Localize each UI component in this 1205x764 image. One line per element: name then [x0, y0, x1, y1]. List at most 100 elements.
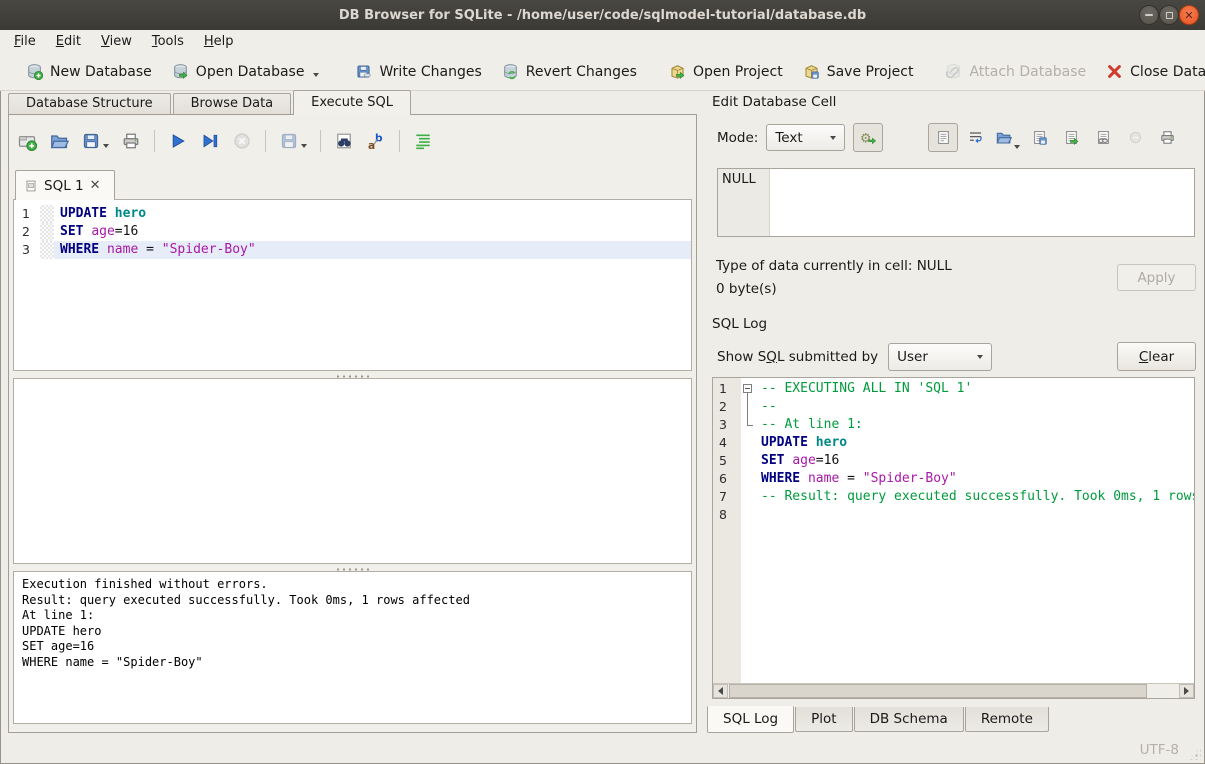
open-project-label: Open Project [693, 64, 783, 80]
export-data-button[interactable] [1024, 123, 1054, 152]
dock-tab-db-schema[interactable]: DB Schema [854, 707, 964, 732]
minimize-button[interactable] [1139, 5, 1159, 25]
main-tab-bar: Database StructureBrowse DataExecute SQL [8, 91, 413, 114]
printer-icon [1159, 129, 1176, 146]
menu-tools[interactable]: Tools [142, 32, 194, 51]
set-null-button[interactable] [1120, 123, 1150, 152]
close-tab-icon[interactable]: ✕ [90, 178, 101, 193]
fold-collapse-icon[interactable] [743, 384, 752, 393]
close-database-button[interactable]: Close Database [1096, 58, 1205, 85]
open-project-button[interactable]: Open Project [659, 58, 793, 85]
cell-value-editor[interactable]: NULL [717, 168, 1195, 237]
execution-log-line: WHERE name = "Spider-Boy" [22, 655, 683, 671]
copy-link-button[interactable] [1088, 123, 1118, 152]
clear-button[interactable]: Clear [1117, 342, 1196, 371]
apply-button[interactable]: Apply [1117, 264, 1196, 291]
code-text: -- [755, 398, 1194, 416]
revert-changes-button[interactable]: Revert Changes [492, 58, 647, 85]
open-database-button[interactable]: Open Database [162, 58, 330, 85]
chevron-down-icon [977, 355, 983, 359]
user-filter-select[interactable]: User [888, 343, 992, 371]
new-database-button[interactable]: New Database [16, 58, 162, 85]
code-text: -- Result: query executed successfully. … [755, 488, 1195, 506]
filter-value: User [897, 349, 928, 365]
maximize-button[interactable] [1159, 5, 1179, 25]
execution-log[interactable]: Execution finished without errors.Result… [13, 571, 692, 724]
tab-execute-sql[interactable]: Execute SQL [293, 90, 411, 115]
import-data-button[interactable] [992, 123, 1022, 152]
stop-execution-button[interactable] [232, 131, 252, 151]
word-wrap-button[interactable] [960, 123, 990, 152]
open-sql-file-button[interactable] [49, 131, 69, 151]
save-results-icon [279, 131, 299, 151]
save-sql-file-button[interactable] [81, 131, 109, 151]
sql-log-line: 8 [713, 506, 1194, 524]
dock-tab-remote[interactable]: Remote [965, 707, 1049, 732]
menu-edit[interactable]: Edit [46, 32, 91, 51]
print-cell-button[interactable] [1152, 123, 1182, 152]
encoding-indicator[interactable]: UTF-8 [1140, 742, 1179, 758]
svg-text:a: a [368, 139, 375, 151]
line-number: 4 [713, 434, 741, 452]
menu-view[interactable]: View [91, 32, 142, 51]
write-changes-button[interactable]: Write Changes [345, 58, 491, 85]
fold-margin [741, 470, 755, 488]
link-icon [1095, 129, 1112, 146]
code-text: UPDATE hero [755, 434, 1194, 452]
sql-log-line: 1-- EXECUTING ALL IN 'SQL 1' [713, 380, 1194, 398]
execution-log-line: Result: query executed successfully. Too… [22, 593, 683, 609]
cell-type-info: Type of data currently in cell: NULL [716, 258, 952, 274]
chevron-down-icon [103, 144, 109, 148]
code-text: UPDATE hero [54, 205, 691, 223]
new-sql-tab-button[interactable] [17, 131, 37, 151]
print-sql-button[interactable] [121, 131, 141, 151]
attach-database-icon [945, 63, 962, 80]
mode-value: Text [775, 130, 802, 146]
gear-import-icon: ⚙ [860, 129, 877, 146]
chevron-down-icon [830, 136, 836, 140]
horizontal-scrollbar[interactable] [713, 683, 1194, 698]
save-results-button[interactable] [279, 131, 307, 151]
auto-apply-button[interactable]: ⚙ [853, 123, 883, 152]
sql-editor-toolbar: ba [17, 127, 433, 155]
sql-tab-label: SQL 1 [44, 178, 84, 194]
scroll-right-arrow[interactable] [1179, 684, 1194, 698]
tab-sql-1[interactable]: SQL 1 ✕ [15, 170, 115, 200]
svg-text:⚙: ⚙ [860, 131, 871, 146]
menu-help[interactable]: Help [194, 32, 244, 51]
tab-browse-data[interactable]: Browse Data [173, 93, 292, 114]
close-database-icon [1106, 63, 1123, 80]
scroll-left-arrow[interactable] [713, 684, 728, 698]
find-icon [334, 131, 354, 151]
execute-current-line-button[interactable] [200, 131, 220, 151]
find-button[interactable] [334, 131, 354, 151]
text-mode-button[interactable] [928, 123, 958, 152]
dock-tab-sql-log[interactable]: SQL Log [707, 706, 794, 733]
sql-editor[interactable]: 1UPDATE hero2SET age=163WHERE name = "Sp… [13, 199, 692, 371]
svg-text:b: b [375, 132, 383, 145]
chevron-down-icon [313, 73, 319, 77]
find-replace-button[interactable]: ba [366, 131, 386, 151]
tab-database-structure[interactable]: Database Structure [8, 93, 171, 114]
write-changes-icon [355, 63, 372, 80]
code-text: -- At line 1: [755, 416, 1194, 434]
scrollbar-thumb[interactable] [729, 684, 1147, 698]
sql-log-line: 5SET age=16 [713, 452, 1194, 470]
tab-label: Plot [811, 711, 836, 727]
sql-log-line: 7-- Result: query executed successfully.… [713, 488, 1194, 506]
dock-tab-plot[interactable]: Plot [795, 707, 852, 732]
attach-database-button[interactable]: Attach Database [935, 58, 1096, 85]
mode-select[interactable]: Text [766, 124, 845, 151]
results-pane [13, 378, 692, 564]
close-button[interactable]: ✕ [1179, 5, 1199, 25]
format-sql-button[interactable] [413, 131, 433, 151]
sql-log-view[interactable]: 1-- EXECUTING ALL IN 'SQL 1'2--3-- At li… [712, 377, 1195, 699]
tab-label: DB Schema [870, 711, 948, 727]
set-as-default-button[interactable] [1056, 123, 1086, 152]
save-project-button[interactable]: Save Project [793, 58, 924, 85]
title-bar[interactable]: DB Browser for SQLite - /home/user/code/… [0, 0, 1205, 30]
execution-log-line: UPDATE hero [22, 624, 683, 640]
execute-all-button[interactable] [168, 131, 188, 151]
menu-file[interactable]: File [4, 32, 46, 51]
toolbar-separator [399, 130, 400, 152]
